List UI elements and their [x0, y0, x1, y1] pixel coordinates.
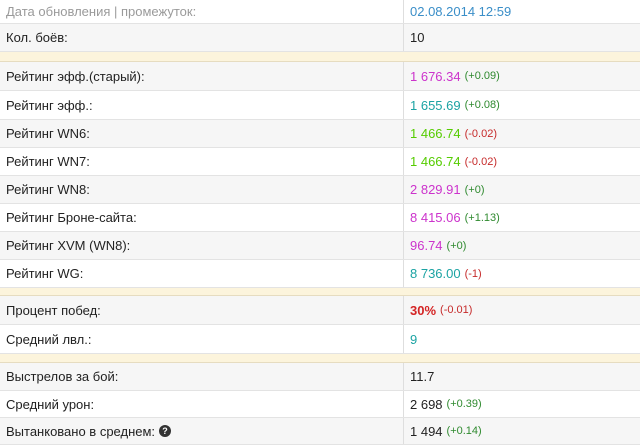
row-rating-wn7: Рейтинг WN7: 1 466.74 (-0.02)	[0, 148, 640, 176]
win-percent-value: 30%	[410, 302, 437, 318]
section-separator	[0, 354, 640, 363]
row-battles: Кол. боёв: 10	[0, 24, 640, 52]
section-separator	[0, 288, 640, 296]
update-date-value: 02.08.2014 12:59	[410, 4, 512, 19]
row-rating-eff-old: Рейтинг эфф.(старый): 1 676.34 (+0.09)	[0, 62, 640, 91]
tanked-delta: (+0.14)	[446, 425, 482, 437]
damage-delta: (+0.39)	[446, 398, 482, 410]
section-separator	[0, 52, 640, 62]
row-rating-wn8: Рейтинг WN8: 2 829.91 (+0)	[0, 176, 640, 204]
avg-level-label: Средний лвл.:	[0, 325, 404, 353]
rating-value: 1 676.34	[410, 68, 461, 84]
rating-label: Рейтинг WN8:	[0, 176, 404, 203]
rating-delta: (+0.08)	[464, 99, 500, 111]
rating-delta: (+0.09)	[464, 70, 500, 82]
rating-label: Рейтинг WN6:	[0, 120, 404, 147]
row-rating-wn6: Рейтинг WN6: 1 466.74 (-0.02)	[0, 120, 640, 148]
rating-value: 8 415.06	[410, 210, 461, 225]
row-rating-xvm: Рейтинг XVM (WN8): 96.74 (+0)	[0, 232, 640, 260]
win-percent-label: Процент побед:	[0, 296, 404, 324]
rating-delta: (-0.02)	[464, 127, 498, 140]
rating-value: 2 829.91	[410, 182, 461, 197]
row-update-date: Дата обновления | промежуток: 02.08.2014…	[0, 0, 640, 24]
row-avg-level: Средний лвл.: 9	[0, 325, 640, 354]
rating-label: Рейтинг WG:	[0, 260, 404, 287]
shots-value: 11.7	[410, 369, 435, 384]
win-percent-delta: (-0.01)	[440, 304, 473, 316]
rating-delta: (-0.02)	[464, 155, 498, 168]
damage-label: Средний урон:	[0, 391, 404, 417]
tanked-label-cell: Вытанковано в среднем: ?	[0, 418, 404, 444]
rating-label: Рейтинг эфф.(старый):	[0, 62, 404, 90]
rating-value: 8 736.00	[410, 266, 461, 281]
rating-value: 1 655.69	[410, 97, 461, 113]
row-shots-per-battle: Выстрелов за бой: 11.7	[0, 363, 640, 391]
row-avg-tanked: Вытанковано в среднем: ? 1 494 (+0.14)	[0, 418, 640, 445]
rating-delta: (+0)	[446, 239, 467, 252]
row-rating-wg: Рейтинг WG: 8 736.00 (-1)	[0, 260, 640, 288]
rating-delta: (-1)	[464, 267, 482, 280]
update-date-label: Дата обновления | промежуток:	[0, 0, 404, 23]
battles-label: Кол. боёв:	[0, 24, 404, 51]
row-rating-eff: Рейтинг эфф.: 1 655.69 (+0.08)	[0, 91, 640, 120]
tanked-label: Вытанковано в среднем:	[6, 423, 156, 439]
rating-value: 1 466.74	[410, 126, 461, 141]
row-rating-armor-site: Рейтинг Броне-сайта: 8 415.06 (+1.13)	[0, 204, 640, 232]
rating-label: Рейтинг эфф.:	[0, 91, 404, 119]
avg-level-value: 9	[410, 331, 418, 347]
rating-value: 96.74	[410, 238, 443, 253]
rating-delta: (+0)	[464, 183, 485, 196]
damage-value: 2 698	[410, 396, 443, 412]
rating-label: Рейтинг XVM (WN8):	[0, 232, 404, 259]
question-circle-icon[interactable]: ?	[159, 425, 172, 437]
row-avg-damage: Средний урон: 2 698 (+0.39)	[0, 391, 640, 418]
rating-label: Рейтинг WN7:	[0, 148, 404, 175]
tanked-value: 1 494	[410, 423, 443, 439]
rating-delta: (+1.13)	[464, 211, 500, 224]
row-win-percent: Процент побед: 30% (-0.01)	[0, 296, 640, 325]
battles-value: 10	[410, 30, 425, 45]
rating-value: 1 466.74	[410, 154, 461, 169]
shots-label: Выстрелов за бой:	[0, 363, 404, 390]
rating-label: Рейтинг Броне-сайта:	[0, 204, 404, 231]
